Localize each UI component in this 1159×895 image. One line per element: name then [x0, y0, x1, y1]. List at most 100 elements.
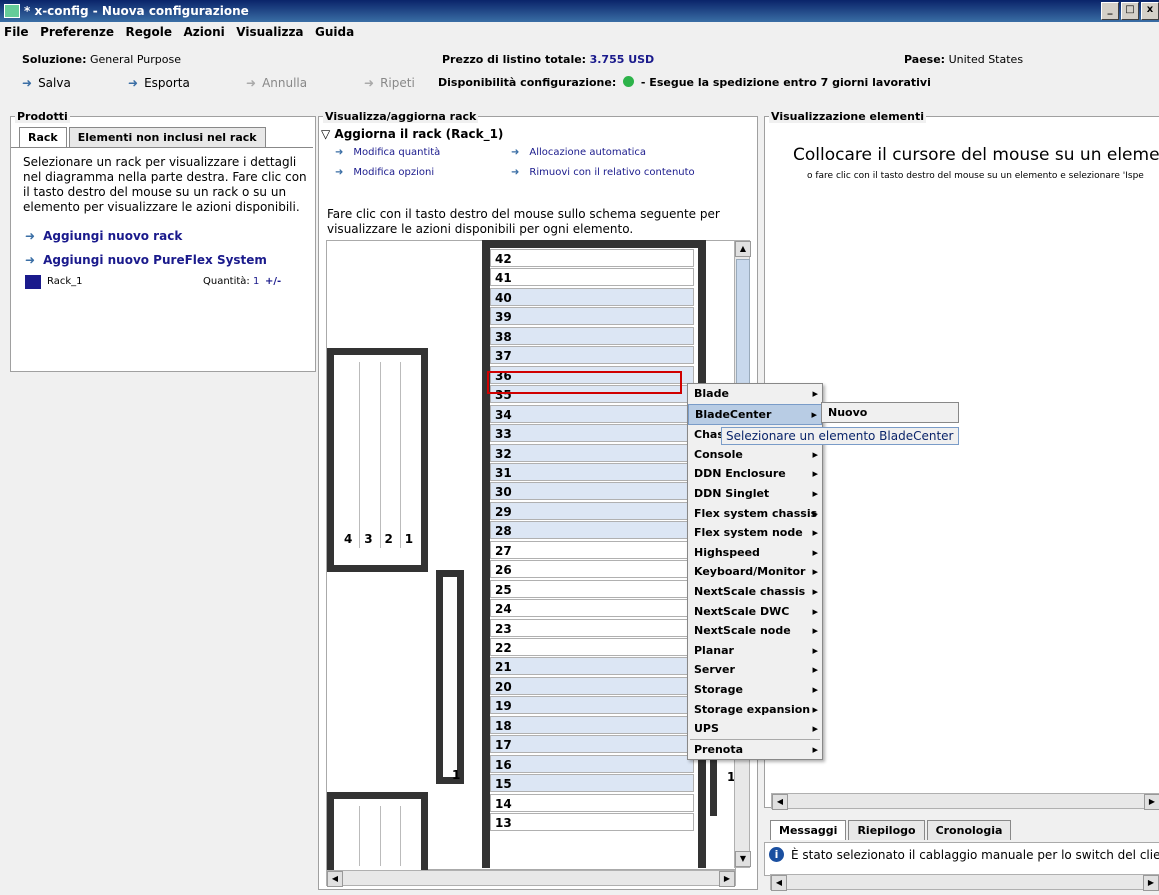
- scroll-down-button[interactable]: ▼: [735, 851, 751, 867]
- rack-list-item[interactable]: Rack_1 Quantità: 1 +/-: [25, 275, 305, 291]
- context-menu-item-nextscale-dwc[interactable]: NextScale DWC ▸: [688, 602, 822, 622]
- context-menu-item-ddn-singlet[interactable]: DDN Singlet ▸: [688, 484, 822, 504]
- rack-unit-40[interactable]: 40: [490, 287, 694, 306]
- modify-options-label: Modifica opzioni: [353, 167, 435, 178]
- menu-preferences[interactable]: Preferenze: [36, 22, 118, 42]
- rack-unit-30[interactable]: 30: [490, 482, 694, 501]
- side-rack-narrow[interactable]: [436, 570, 464, 784]
- context-menu-item-storage[interactable]: Storage ▸: [688, 680, 822, 700]
- rack-name: Rack_1: [47, 276, 83, 287]
- rack-unit-21[interactable]: 21: [490, 657, 694, 676]
- tab-summary[interactable]: Riepilogo: [848, 820, 925, 840]
- tab-rack[interactable]: Rack: [19, 127, 67, 147]
- rack-unit-38[interactable]: 38: [490, 326, 694, 345]
- menu-item-label: Blade: [694, 387, 729, 400]
- tab-history[interactable]: Cronologia: [926, 820, 1012, 840]
- modify-options-link[interactable]: ➜ Modifica opzioni: [335, 167, 434, 178]
- rack-unit-13[interactable]: 13: [490, 813, 694, 832]
- minimize-button[interactable]: _: [1101, 2, 1119, 20]
- chevron-right-icon: ▸: [812, 545, 818, 559]
- redo-button[interactable]: ➜ Ripeti: [364, 76, 415, 90]
- rack-unit-27[interactable]: 27: [490, 540, 694, 559]
- maximize-button[interactable]: □: [1121, 2, 1139, 20]
- rack-unit-19[interactable]: 19: [490, 696, 694, 715]
- context-menu-item-bladecenter[interactable]: BladeCenter ▸: [688, 403, 822, 426]
- add-rack-label: Aggiungi nuovo rack: [43, 229, 183, 243]
- tab-messages[interactable]: Messaggi: [770, 820, 847, 840]
- menu-item-label: Console: [694, 447, 743, 461]
- save-button[interactable]: ➜ Salva: [22, 76, 71, 90]
- rack-unit-26[interactable]: 26: [490, 560, 694, 579]
- rack-unit-42[interactable]: 42: [490, 249, 694, 267]
- context-menu-item-blade[interactable]: Blade ▸: [688, 384, 822, 404]
- rack-unit-39[interactable]: 39: [490, 307, 694, 326]
- elements-horizontal-scrollbar[interactable]: ◀ ▶: [771, 793, 1159, 810]
- rack-unit-28[interactable]: 28: [490, 521, 694, 540]
- rack-unit-22[interactable]: 22: [490, 638, 694, 656]
- rack-unit-23[interactable]: 23: [490, 618, 694, 637]
- context-menu-item-planar[interactable]: Planar ▸: [688, 641, 822, 661]
- context-menu-item-ddn-enclosure[interactable]: DDN Enclosure ▸: [688, 464, 822, 484]
- submenu-new-bladecenter[interactable]: Nuovo bladeCenter...: [821, 402, 959, 439]
- context-menu-item-flex-system-node[interactable]: Flex system node ▸: [688, 523, 822, 543]
- scroll-right-button[interactable]: ▶: [719, 871, 735, 887]
- rack-unit-17[interactable]: 17: [490, 735, 694, 754]
- menu-actions[interactable]: Azioni: [179, 22, 228, 42]
- context-menu-item-storage-expansion[interactable]: Storage expansion ▸: [688, 700, 822, 720]
- rack-unit-20[interactable]: 20: [490, 676, 694, 695]
- rack-unit-41[interactable]: 41: [490, 268, 694, 287]
- rack-unit-15[interactable]: 15: [490, 774, 694, 793]
- rack-color-swatch: [25, 275, 41, 289]
- arrow-icon: ➜: [335, 147, 344, 158]
- export-button[interactable]: ➜ Esporta: [128, 76, 190, 90]
- status-ok-icon: [623, 76, 635, 87]
- rack-unit-18[interactable]: 18: [490, 715, 694, 734]
- rack-unit-33[interactable]: 33: [490, 424, 694, 443]
- rack-view-help: Fare clic con il tasto destro del mouse …: [327, 207, 720, 236]
- scroll-left-button[interactable]: ◀: [327, 871, 343, 887]
- close-button[interactable]: x: [1141, 2, 1159, 20]
- rack-unit-34[interactable]: 34: [490, 404, 694, 423]
- quantity-value: 1: [253, 276, 260, 287]
- context-menu-item-nextscale-chassis[interactable]: NextScale chassis ▸: [688, 582, 822, 602]
- menu-file[interactable]: File: [0, 22, 33, 42]
- remove-with-content-link[interactable]: ➜ Rimuovi con il relativo contenuto: [511, 167, 695, 178]
- context-menu-item-nextscale-node[interactable]: NextScale node ▸: [688, 621, 822, 641]
- modify-quantity-link[interactable]: ➜ Modifica quantità: [335, 147, 440, 158]
- rack-unit-25[interactable]: 25: [490, 579, 694, 598]
- menu-view[interactable]: Visualizza: [232, 22, 307, 42]
- scroll-right-button[interactable]: ▶: [1144, 794, 1159, 810]
- arrow-icon: ➜: [128, 76, 139, 90]
- rack-unit-16[interactable]: 16: [490, 754, 694, 773]
- menu-item-label: NextScale chassis: [694, 584, 806, 598]
- menu-rules[interactable]: Regole: [122, 22, 176, 42]
- context-menu-item-console[interactable]: Console ▸: [688, 445, 822, 465]
- auto-allocation-link[interactable]: ➜ Allocazione automatica: [511, 147, 646, 158]
- context-menu-item-prenota[interactable]: Prenota ▸: [688, 740, 822, 760]
- scroll-up-button[interactable]: ▲: [735, 241, 751, 257]
- context-menu-item-keyboard-monitor[interactable]: Keyboard/Monitor ▸: [688, 562, 822, 582]
- update-rack-header[interactable]: ▽ Aggiorna il rack (Rack_1): [321, 127, 503, 141]
- add-rack-link[interactable]: ➜ Aggiungi nuovo rack: [25, 229, 182, 243]
- rack-unit-31[interactable]: 31: [490, 462, 694, 481]
- undo-button[interactable]: ➜ Annulla: [246, 76, 307, 90]
- context-menu-item-ups[interactable]: UPS ▸: [688, 719, 822, 739]
- context-menu-item-flex-system-chassis[interactable]: Flex system chassis ▸: [688, 504, 822, 524]
- context-menu-item-highspeed[interactable]: Highspeed ▸: [688, 543, 822, 563]
- menu-help[interactable]: Guida: [311, 22, 358, 42]
- tab-non-rack-items[interactable]: Elementi non inclusi nel rack: [68, 127, 266, 147]
- rack-unit-37[interactable]: 37: [490, 346, 694, 365]
- messages-horizontal-scrollbar[interactable]: ◀ ▶: [770, 874, 1159, 891]
- rack-unit-29[interactable]: 29: [490, 501, 694, 520]
- arrow-icon: ➜: [364, 76, 375, 90]
- quantity-stepper[interactable]: +/-: [265, 276, 281, 287]
- rack-unit-32[interactable]: 32: [490, 443, 694, 462]
- scroll-left-button[interactable]: ◀: [771, 875, 787, 891]
- rack-unit-24[interactable]: 24: [490, 599, 694, 618]
- scroll-right-button[interactable]: ▶: [1143, 875, 1159, 891]
- scroll-left-button[interactable]: ◀: [772, 794, 788, 810]
- rack-unit-14[interactable]: 14: [490, 793, 694, 812]
- add-pureflex-link[interactable]: ➜ Aggiungi nuovo PureFlex System: [25, 253, 267, 267]
- context-menu-item-server[interactable]: Server ▸: [688, 660, 822, 680]
- rack-horizontal-scrollbar[interactable]: ◀ ▶: [326, 870, 736, 887]
